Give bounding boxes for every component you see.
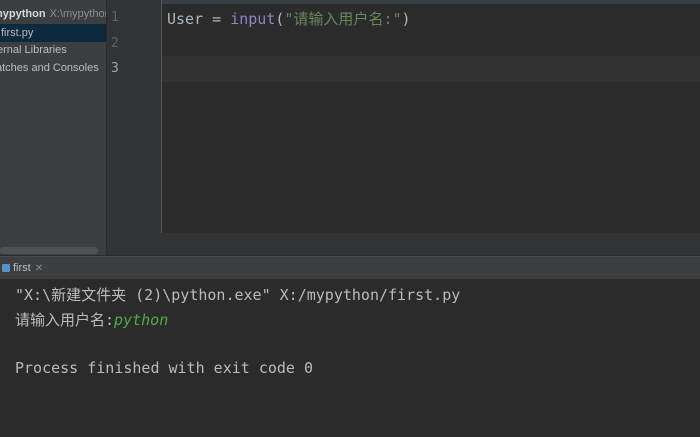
close-icon[interactable]: ✕: [35, 258, 43, 280]
tree-item-first-py[interactable]: first.py: [0, 24, 106, 42]
code-string: "请输入用户名:": [284, 10, 402, 28]
current-line-highlight: [107, 56, 700, 82]
console-prompt-line: 请输入用户名:python: [15, 309, 168, 330]
code-paren: ): [401, 10, 411, 28]
horizontal-scrollbar[interactable]: [0, 247, 98, 254]
editor-status-strip: [107, 233, 700, 255]
console-user-input: python: [114, 311, 169, 329]
line-number: 2: [111, 36, 119, 51]
tree-item-scratches[interactable]: atches and Consoles: [0, 59, 99, 77]
line-number: 3: [111, 61, 119, 76]
tree-item-label: first.py: [1, 27, 34, 39]
editor-gutter: 1 2 3: [107, 0, 162, 233]
console-prompt: 请输入用户名:: [15, 311, 115, 329]
project-tool-window: mypythonX:\mypython first.py ernal Libra…: [0, 0, 106, 255]
code-function: input: [230, 10, 276, 28]
console-command-line: "X:\新建文件夹 (2)\python.exe" X:/mypython/fi…: [15, 286, 461, 304]
project-root-node[interactable]: mypythonX:\mypython: [0, 5, 106, 23]
editor-tab-strip: [107, 0, 700, 4]
run-console[interactable]: "X:\新建文件夹 (2)\python.exe" X:/mypython/fi…: [0, 279, 700, 437]
tree-item-label: ernal Libraries: [0, 44, 67, 56]
code-variable: User: [167, 10, 204, 28]
run-config-icon: [2, 264, 10, 273]
code-operator: =: [203, 10, 231, 28]
run-tool-window-header: first ✕: [0, 256, 700, 279]
code-line-1[interactable]: User = input("请输入用户名:"): [167, 8, 411, 29]
project-root-name: mypython: [0, 8, 46, 20]
run-tab-label: first: [13, 262, 31, 274]
tree-item-external-libraries[interactable]: ernal Libraries: [0, 41, 67, 59]
project-root-path: X:\mypython: [49, 8, 106, 20]
console-exit-message: Process finished with exit code 0: [15, 359, 314, 377]
tree-item-label: atches and Consoles: [0, 62, 99, 74]
line-number: 1: [111, 10, 119, 25]
run-tab[interactable]: first ✕: [0, 257, 43, 279]
